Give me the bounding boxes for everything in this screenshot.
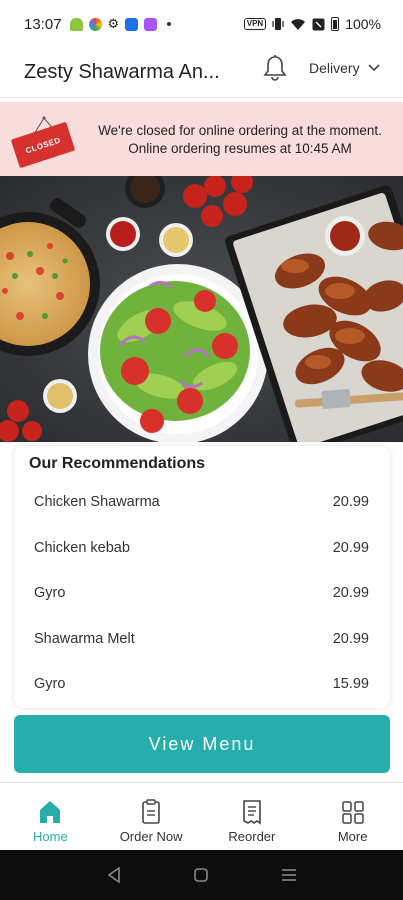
wifi-icon [291, 18, 306, 30]
delivery-label: Delivery [309, 60, 360, 76]
system-navigation-bar [0, 850, 403, 900]
recommendations-card: Our Recommendations Chicken Shawarma 20.… [14, 446, 390, 708]
home-icon [40, 801, 61, 823]
list-item[interactable]: Gyro 20.99 [34, 585, 369, 601]
nav-order-now[interactable]: Order Now [101, 783, 202, 850]
list-item[interactable]: Chicken Shawarma 20.99 [34, 494, 369, 510]
recommendations-title: Our Recommendations [29, 455, 206, 472]
item-price: 15.99 [332, 676, 369, 692]
notification-icons: ⚙ [69, 16, 172, 32]
chevron-down-icon [368, 64, 380, 72]
nav-home[interactable]: Home [0, 783, 101, 850]
home-square-icon[interactable] [193, 868, 208, 882]
nav-order-now-label: Order Now [119, 829, 183, 844]
messenger-icon [125, 17, 139, 31]
recents-icon[interactable] [281, 868, 297, 882]
photos-icon [88, 17, 102, 31]
status-time: 13:07 [24, 15, 62, 33]
delivery-selector[interactable]: Delivery [309, 60, 380, 76]
item-name: Chicken Shawarma [34, 494, 160, 510]
item-price: 20.99 [332, 540, 369, 556]
food-illustration [0, 176, 403, 442]
list-item[interactable]: Chicken kebab 20.99 [34, 540, 369, 556]
gallery-icon [144, 17, 158, 31]
android-icon [69, 17, 83, 31]
hero-food-image [0, 176, 403, 442]
nav-home-label: Home [33, 829, 68, 844]
vibrate-icon [272, 18, 284, 30]
status-bar: 13:07 ⚙ VPN 100% [0, 0, 403, 48]
bell-icon[interactable] [262, 54, 288, 82]
view-menu-button[interactable]: View Menu [14, 715, 390, 773]
list-item[interactable]: Shawarma Melt 20.99 [34, 631, 369, 647]
closed-message-line-2: Online ordering resumes at 10:45 AM [128, 141, 352, 156]
item-name: Gyro [34, 585, 66, 601]
more-notifications-icon [167, 22, 172, 26]
item-price: 20.99 [332, 585, 369, 601]
status-right: VPN 100% [243, 16, 381, 32]
store-name[interactable]: Zesty Shawarma An... [24, 61, 220, 84]
vpn-icon: VPN [243, 18, 267, 30]
nfc-icon [312, 18, 325, 30]
app-header: Zesty Shawarma An... Delivery [0, 48, 403, 98]
bottom-navigation: Home Order Now Reorder More [0, 782, 403, 850]
nav-more-label: More [337, 829, 368, 844]
closed-sign-icon: CLOSED [10, 121, 76, 169]
closed-message: We're closed for online ordering at the … [90, 122, 390, 158]
nav-more[interactable]: More [302, 783, 403, 850]
battery-level: 100% [345, 16, 381, 32]
closed-message-line-1: We're closed for online ordering at the … [98, 123, 382, 138]
grid-icon [341, 801, 364, 824]
battery-icon [331, 17, 340, 31]
list-item[interactable]: Gyro 15.99 [34, 676, 369, 692]
receipt-icon [243, 800, 261, 825]
back-icon[interactable] [107, 867, 121, 883]
nav-reorder-label: Reorder [228, 829, 276, 844]
clipboard-icon [142, 799, 160, 824]
item-name: Shawarma Melt [34, 631, 135, 647]
settings-gear-icon: ⚙ [107, 16, 120, 31]
item-name: Chicken kebab [34, 540, 130, 556]
nav-reorder[interactable]: Reorder [202, 783, 303, 850]
item-price: 20.99 [332, 494, 369, 510]
item-name: Gyro [34, 676, 66, 692]
closed-banner: CLOSED We're closed for online ordering … [0, 102, 403, 176]
item-price: 20.99 [332, 631, 369, 647]
